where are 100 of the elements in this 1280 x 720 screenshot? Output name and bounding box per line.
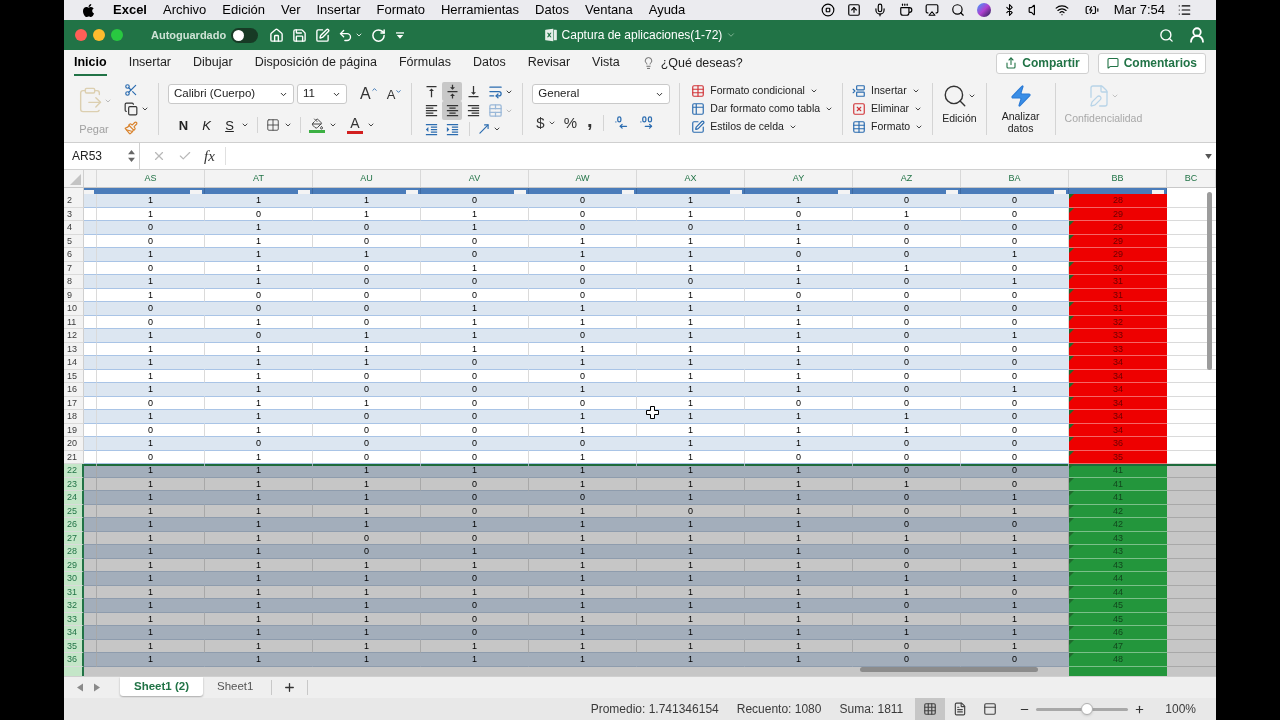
app-menu[interactable]: Excel bbox=[113, 0, 147, 20]
row-number[interactable]: 22 bbox=[64, 464, 84, 478]
percent-button[interactable]: % bbox=[563, 111, 578, 134]
ribbon-tab[interactable]: Revisar bbox=[527, 50, 571, 76]
styles-menu-button[interactable]: Estilos de celda bbox=[691, 119, 834, 135]
column-header[interactable]: AT bbox=[205, 170, 313, 187]
row-number[interactable]: 8 bbox=[64, 275, 84, 289]
menu-item[interactable]: Ver bbox=[281, 0, 301, 20]
row-number[interactable]: 20 bbox=[64, 437, 84, 451]
slider-thumb[interactable] bbox=[1080, 702, 1093, 715]
currency-button[interactable]: $ bbox=[536, 111, 556, 134]
column-header[interactable]: AU bbox=[313, 170, 421, 187]
font-color-button[interactable]: A bbox=[347, 116, 375, 134]
menu-item[interactable]: Ayuda bbox=[648, 0, 686, 20]
autosave-switch[interactable] bbox=[231, 27, 259, 43]
column-header[interactable]: BC bbox=[1167, 170, 1216, 187]
number-format-dropdown[interactable]: General bbox=[532, 84, 671, 104]
cells-menu-button[interactable]: Insertar bbox=[852, 83, 924, 99]
row-number[interactable]: 28 bbox=[64, 545, 84, 559]
screen-mirroring-icon[interactable] bbox=[924, 3, 939, 17]
analyze-data-button[interactable]: Analizar datos bbox=[995, 81, 1046, 137]
column-header[interactable]: AY bbox=[745, 170, 853, 187]
row-number[interactable]: 16 bbox=[64, 383, 84, 397]
row-number[interactable]: 12 bbox=[64, 329, 84, 343]
save-button[interactable] bbox=[292, 27, 308, 43]
shrink-font-button[interactable]: A bbox=[386, 87, 403, 101]
row-number[interactable]: 14 bbox=[64, 356, 84, 370]
menu-item[interactable]: Datos bbox=[535, 0, 569, 20]
name-box[interactable]: AR53 bbox=[64, 143, 140, 169]
clock[interactable]: Mar 7:54 bbox=[1113, 0, 1165, 20]
customize-toolbar-button[interactable] bbox=[396, 31, 405, 39]
cells-menu-button[interactable]: Formato bbox=[852, 119, 924, 135]
menu-item[interactable]: Edición bbox=[222, 0, 265, 20]
tell-me-button[interactable]: ¿Qué deseas? bbox=[641, 50, 743, 76]
increase-decimal-button[interactable] bbox=[613, 115, 629, 131]
font-style-button[interactable]: N bbox=[172, 116, 195, 134]
styles-menu-button[interactable]: Dar formato como tabla bbox=[691, 101, 834, 117]
ribbon-tab[interactable]: Disposición de página bbox=[254, 50, 377, 76]
vertical-scrollbar-thumb[interactable] bbox=[1207, 192, 1212, 370]
row-number[interactable]: 30 bbox=[64, 572, 84, 586]
wrap-text-button[interactable] bbox=[488, 84, 514, 99]
styles-menu-button[interactable]: Formato condicional bbox=[691, 83, 834, 99]
gradient-orb-icon[interactable] bbox=[976, 3, 991, 17]
redo-button[interactable] bbox=[371, 27, 387, 43]
column-header[interactable]: AS bbox=[97, 170, 205, 187]
insert-function-button[interactable]: fx bbox=[204, 144, 215, 168]
column-header[interactable]: AX bbox=[637, 170, 745, 187]
horizontal-scrollbar-thumb[interactable] bbox=[860, 667, 1038, 672]
row-number[interactable]: 32 bbox=[64, 599, 84, 613]
upload-icon[interactable] bbox=[846, 3, 861, 17]
row-number[interactable]: 24 bbox=[64, 491, 84, 505]
previous-sheet-button[interactable] bbox=[77, 683, 83, 692]
ribbon-tab[interactable]: Fórmulas bbox=[398, 50, 452, 76]
row-number[interactable]: 6 bbox=[64, 248, 84, 262]
minimize-button[interactable] bbox=[93, 29, 105, 41]
zoom-button[interactable] bbox=[111, 29, 123, 41]
column-header[interactable]: AV bbox=[421, 170, 529, 187]
cells-menu-button[interactable]: Eliminar bbox=[852, 101, 924, 117]
comments-button[interactable]: Comentarios bbox=[1097, 52, 1206, 74]
editing-button[interactable]: Edición bbox=[942, 81, 977, 137]
copy-button[interactable] bbox=[124, 102, 149, 116]
menu-item[interactable]: Herramientas bbox=[441, 0, 519, 20]
menu-item[interactable]: Insertar bbox=[316, 0, 361, 20]
menu-item[interactable]: Formato bbox=[376, 0, 425, 20]
row-number[interactable]: 2 bbox=[64, 194, 84, 208]
row-number[interactable]: 26 bbox=[64, 518, 84, 532]
font-style-button[interactable]: K bbox=[195, 116, 218, 134]
column-header[interactable]: BA bbox=[961, 170, 1069, 187]
font-name-dropdown[interactable]: Calibri (Cuerpo) bbox=[168, 84, 294, 104]
align-button[interactable] bbox=[442, 101, 463, 120]
grow-font-button[interactable]: A bbox=[360, 86, 378, 102]
edit-button[interactable] bbox=[315, 27, 331, 43]
list-icon[interactable] bbox=[1177, 3, 1192, 17]
wifi-icon[interactable] bbox=[1053, 3, 1070, 17]
ribbon-tab[interactable]: Dibujar bbox=[193, 50, 233, 76]
ribbon-tab[interactable]: Datos bbox=[473, 50, 506, 76]
home-button[interactable] bbox=[269, 27, 285, 43]
column-header[interactable]: AW bbox=[529, 170, 637, 187]
row-number[interactable]: 18 bbox=[64, 410, 84, 424]
coffee-cup-icon[interactable] bbox=[898, 3, 913, 17]
share-button[interactable]: Compartir bbox=[996, 52, 1089, 74]
ribbon-tab[interactable]: Vista bbox=[592, 50, 620, 76]
row-number[interactable]: 4 bbox=[64, 221, 84, 235]
user-icon[interactable] bbox=[1188, 26, 1206, 44]
row-number[interactable]: 36 bbox=[64, 653, 84, 667]
apple-icon[interactable] bbox=[82, 2, 95, 18]
menu-item[interactable]: Ventana bbox=[585, 0, 633, 20]
font-style-button[interactable]: S bbox=[218, 116, 241, 134]
view-button[interactable] bbox=[915, 698, 946, 720]
ribbon-tab[interactable]: Insertar bbox=[128, 50, 172, 76]
sheet-tab[interactable]: Sheet1 (2) bbox=[120, 677, 203, 696]
microphone-icon[interactable] bbox=[872, 3, 887, 17]
undo-button[interactable] bbox=[338, 27, 364, 43]
sheet-tab[interactable]: Sheet1 bbox=[202, 677, 268, 696]
row-number[interactable]: 10 bbox=[64, 302, 84, 316]
column-header[interactable]: BB bbox=[1069, 170, 1167, 187]
next-sheet-button[interactable] bbox=[94, 683, 100, 692]
font-size-dropdown[interactable]: 11 bbox=[297, 84, 347, 104]
fill-color-button[interactable] bbox=[309, 117, 337, 133]
orientation-button[interactable] bbox=[477, 122, 502, 136]
